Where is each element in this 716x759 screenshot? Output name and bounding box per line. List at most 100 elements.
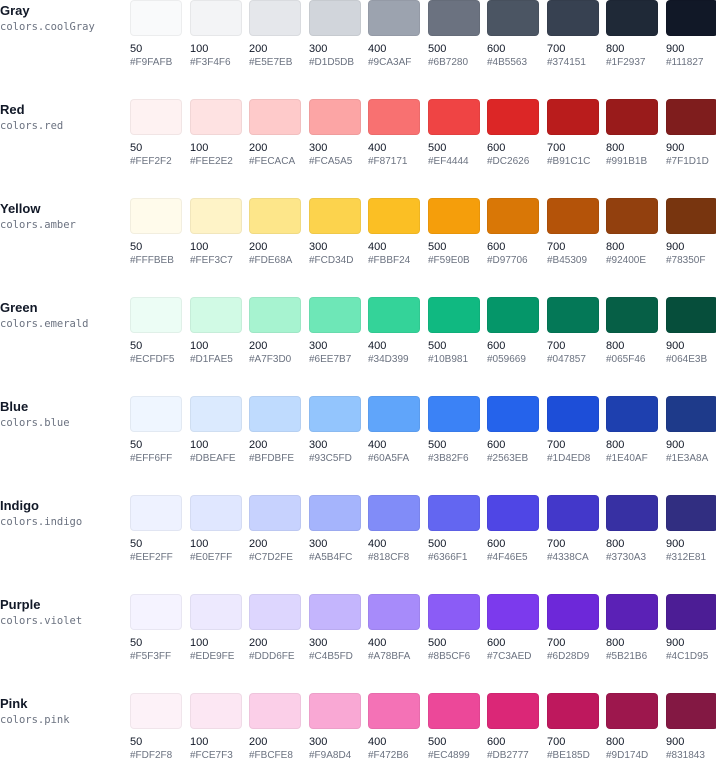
color-chip[interactable] <box>428 99 480 135</box>
color-chip[interactable] <box>249 396 301 432</box>
color-chip[interactable] <box>190 495 242 531</box>
color-chip[interactable] <box>428 0 480 36</box>
color-chip[interactable] <box>190 693 242 729</box>
color-chip[interactable] <box>190 297 242 333</box>
color-chip[interactable] <box>130 396 182 432</box>
color-chip[interactable] <box>487 198 539 234</box>
shade-label: 800 <box>606 538 625 550</box>
color-chip[interactable] <box>249 594 301 630</box>
color-chip[interactable] <box>309 396 361 432</box>
color-chip[interactable] <box>368 495 420 531</box>
color-chip[interactable] <box>547 396 599 432</box>
color-chip[interactable] <box>547 0 599 36</box>
palette-purple: Purple colors.violet 50 #F5F3FF 100 #EDE9FE 20… <box>0 594 716 674</box>
hex-value: #5B21B6 <box>606 651 648 662</box>
hex-value: #1D4ED8 <box>547 453 591 464</box>
color-chip[interactable] <box>130 594 182 630</box>
color-chip[interactable] <box>190 594 242 630</box>
color-chip[interactable] <box>428 297 480 333</box>
color-chip[interactable] <box>547 495 599 531</box>
swatch-50: 50 #FEF2F2 <box>130 99 182 169</box>
color-chip[interactable] <box>487 594 539 630</box>
color-chip[interactable] <box>428 495 480 531</box>
hex-value: #F87171 <box>368 156 408 167</box>
color-chip[interactable] <box>309 99 361 135</box>
color-chip[interactable] <box>190 198 242 234</box>
color-chip[interactable] <box>487 0 539 36</box>
color-chip[interactable] <box>666 594 716 630</box>
color-chip[interactable] <box>190 99 242 135</box>
color-chip[interactable] <box>428 594 480 630</box>
color-chip[interactable] <box>547 198 599 234</box>
color-chip[interactable] <box>606 198 658 234</box>
color-chip[interactable] <box>368 198 420 234</box>
color-chip[interactable] <box>487 297 539 333</box>
color-chip[interactable] <box>249 198 301 234</box>
swatch-500: 500 #8B5CF6 <box>428 594 480 664</box>
color-chip[interactable] <box>547 693 599 729</box>
color-chip[interactable] <box>130 495 182 531</box>
hex-value: #1E3A8A <box>666 453 709 464</box>
color-chip[interactable] <box>130 198 182 234</box>
color-chip[interactable] <box>606 693 658 729</box>
color-chip[interactable] <box>368 594 420 630</box>
swatch-900: 900 #111827 <box>666 0 716 70</box>
color-chip[interactable] <box>487 99 539 135</box>
color-chip[interactable] <box>190 396 242 432</box>
color-chip[interactable] <box>249 99 301 135</box>
color-chip[interactable] <box>487 693 539 729</box>
color-chip[interactable] <box>428 198 480 234</box>
color-chip[interactable] <box>666 297 716 333</box>
color-chip[interactable] <box>428 396 480 432</box>
color-chip[interactable] <box>666 495 716 531</box>
color-chip[interactable] <box>190 0 242 36</box>
color-chip[interactable] <box>249 0 301 36</box>
color-chip[interactable] <box>666 396 716 432</box>
color-chip[interactable] <box>606 297 658 333</box>
color-chip[interactable] <box>547 297 599 333</box>
color-chip[interactable] <box>368 396 420 432</box>
shade-label: 400 <box>368 142 387 154</box>
color-chip[interactable] <box>309 198 361 234</box>
color-chip[interactable] <box>309 693 361 729</box>
hex-value: #FCE7F3 <box>190 750 233 759</box>
color-chip[interactable] <box>487 495 539 531</box>
color-chip[interactable] <box>606 396 658 432</box>
color-chip[interactable] <box>547 594 599 630</box>
color-chip[interactable] <box>547 99 599 135</box>
color-chip[interactable] <box>309 495 361 531</box>
color-chip[interactable] <box>666 693 716 729</box>
color-chip[interactable] <box>487 396 539 432</box>
shade-label: 300 <box>309 538 328 550</box>
color-chip[interactable] <box>249 297 301 333</box>
color-chip[interactable] <box>606 0 658 36</box>
color-chip[interactable] <box>249 693 301 729</box>
color-chip[interactable] <box>666 99 716 135</box>
color-chip[interactable] <box>130 0 182 36</box>
color-chip[interactable] <box>606 594 658 630</box>
color-chip[interactable] <box>309 297 361 333</box>
color-chip[interactable] <box>309 0 361 36</box>
color-chip[interactable] <box>249 495 301 531</box>
color-chip[interactable] <box>368 99 420 135</box>
color-chip[interactable] <box>666 198 716 234</box>
shade-label: 600 <box>487 241 506 253</box>
swatch-50: 50 #F5F3FF <box>130 594 182 664</box>
shade-label: 800 <box>606 43 625 55</box>
color-chip[interactable] <box>666 0 716 36</box>
color-chip[interactable] <box>428 693 480 729</box>
shade-label: 50 <box>130 736 143 748</box>
color-chip[interactable] <box>368 0 420 36</box>
shade-label: 900 <box>666 439 685 451</box>
color-chip[interactable] <box>606 99 658 135</box>
swatch-list: 50 #F9FAFB 100 #F3F4F6 200 #E5E7EB 300 #D1D5DB 4… <box>130 0 716 80</box>
color-chip[interactable] <box>130 99 182 135</box>
color-chip[interactable] <box>606 495 658 531</box>
palette-label: Blue colors.blue <box>0 396 128 430</box>
swatch-900: 900 #064E3B <box>666 297 716 367</box>
color-chip[interactable] <box>309 594 361 630</box>
color-chip[interactable] <box>130 693 182 729</box>
color-chip[interactable] <box>130 297 182 333</box>
color-chip[interactable] <box>368 297 420 333</box>
color-chip[interactable] <box>368 693 420 729</box>
